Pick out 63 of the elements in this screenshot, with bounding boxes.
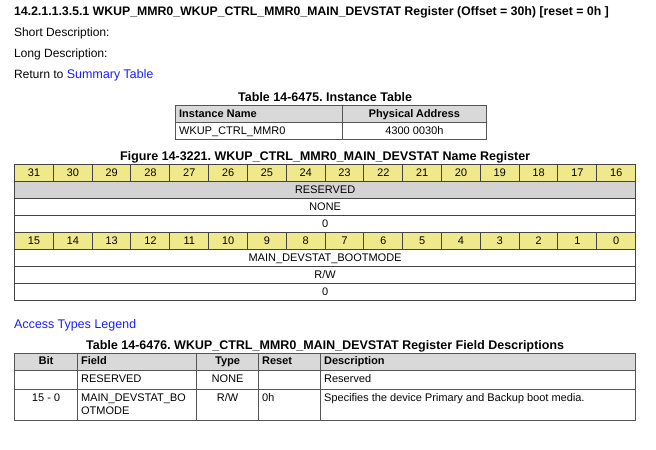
table-cell: Specifies the device Primary and Backup boot media.: [320, 390, 636, 420]
long-description-label: Long Description:: [14, 46, 108, 60]
table-cell: NONE: [196, 370, 258, 390]
bit-number-cell: 13: [92, 232, 131, 250]
bit-number-cell: 14: [53, 232, 92, 250]
bit-number-cell: 29: [92, 164, 131, 182]
column-header: Physical Address: [342, 106, 486, 122]
column-header: Reset: [258, 354, 320, 370]
bit-number-cell: 15: [14, 232, 54, 250]
bit-number-cell: 9: [247, 232, 286, 250]
bit-number-cell: 7: [325, 232, 364, 250]
bit-number-cell: 1: [558, 232, 597, 250]
table-cell: 15 - 0: [14, 390, 78, 420]
bit-number-cell: 10: [208, 232, 248, 250]
table-cell: WKUP_CTRL_MMR0: [176, 122, 342, 140]
bit-number-cell: 17: [558, 164, 597, 182]
bit-number-cell: 21: [402, 164, 442, 182]
field-name-cell: MAIN_DEVSTAT_BOOTMODE: [14, 250, 636, 266]
bit-number-cell: 28: [130, 164, 170, 182]
table-cell: 4300 0030h: [342, 122, 486, 140]
bit-number-cell: 20: [441, 164, 480, 182]
column-header: Type: [196, 354, 258, 370]
bit-number-cell: 24: [286, 164, 325, 182]
bit-number-cell: 18: [519, 164, 558, 182]
return-text: Return to: [14, 67, 64, 81]
bit-number-cell: 30: [53, 164, 92, 182]
bit-number-cell: 2: [519, 232, 558, 250]
table-cell: R/W: [196, 390, 258, 420]
table-cell: MAIN_DEVSTAT_BOOTMODE: [78, 390, 196, 420]
section-heading: 14.2.1.1.3.5.1 WKUP_MMR0_WKUP_CTRL_MMR0_MAIN_DEVSTAT Register (Offset = 30h) [reset = 0h ]: [14, 4, 610, 18]
table-caption: Table 14-6475. Instance Table: [237, 90, 413, 104]
column-header: Description: [320, 354, 636, 370]
reset-value-cell: 0: [14, 284, 636, 300]
short-description-label: Short Description:: [14, 25, 110, 39]
table-caption: Table 14-6476. WKUP_CTRL_MMR0_MAIN_DEVSTAT Register Field Descriptions: [85, 338, 565, 352]
bit-number-cell: 0: [596, 232, 636, 250]
access-types-legend-link[interactable]: Access Types Legend: [14, 317, 136, 331]
bit-number-cell: 12: [130, 232, 170, 250]
field-name-cell: RESERVED: [14, 182, 636, 198]
bit-number-cell: 26: [208, 164, 248, 182]
bit-number-cell: 25: [247, 164, 286, 182]
bit-number-cell: 31: [14, 164, 54, 182]
bit-number-cell: 5: [402, 232, 442, 250]
table-cell: RESERVED: [78, 370, 196, 390]
summary-table-link[interactable]: Summary Table: [66, 67, 154, 81]
table-cell: 0h: [258, 390, 320, 420]
bit-number-cell: 16: [596, 164, 636, 182]
column-header: Field: [78, 354, 196, 370]
bit-number-cell: 3: [480, 232, 520, 250]
column-header: Instance Name: [176, 106, 342, 122]
access-type-cell: R/W: [14, 266, 636, 284]
column-header: Bit: [14, 354, 78, 370]
bit-number-cell: 19: [480, 164, 520, 182]
bit-number-cell: 23: [325, 164, 364, 182]
access-type-cell: NONE: [14, 198, 636, 216]
bit-number-cell: 22: [364, 164, 403, 182]
bit-number-cell: 27: [170, 164, 209, 182]
table-cell: Reserved: [320, 370, 636, 390]
figure-caption: Figure 14-3221. WKUP_CTRL_MMR0_MAIN_DEVSTAT Name Register: [118, 149, 532, 163]
bit-number-cell: 8: [286, 232, 325, 250]
bit-number-cell: 6: [364, 232, 403, 250]
bit-number-cell: 11: [170, 232, 209, 250]
bit-number-cell: 4: [441, 232, 480, 250]
